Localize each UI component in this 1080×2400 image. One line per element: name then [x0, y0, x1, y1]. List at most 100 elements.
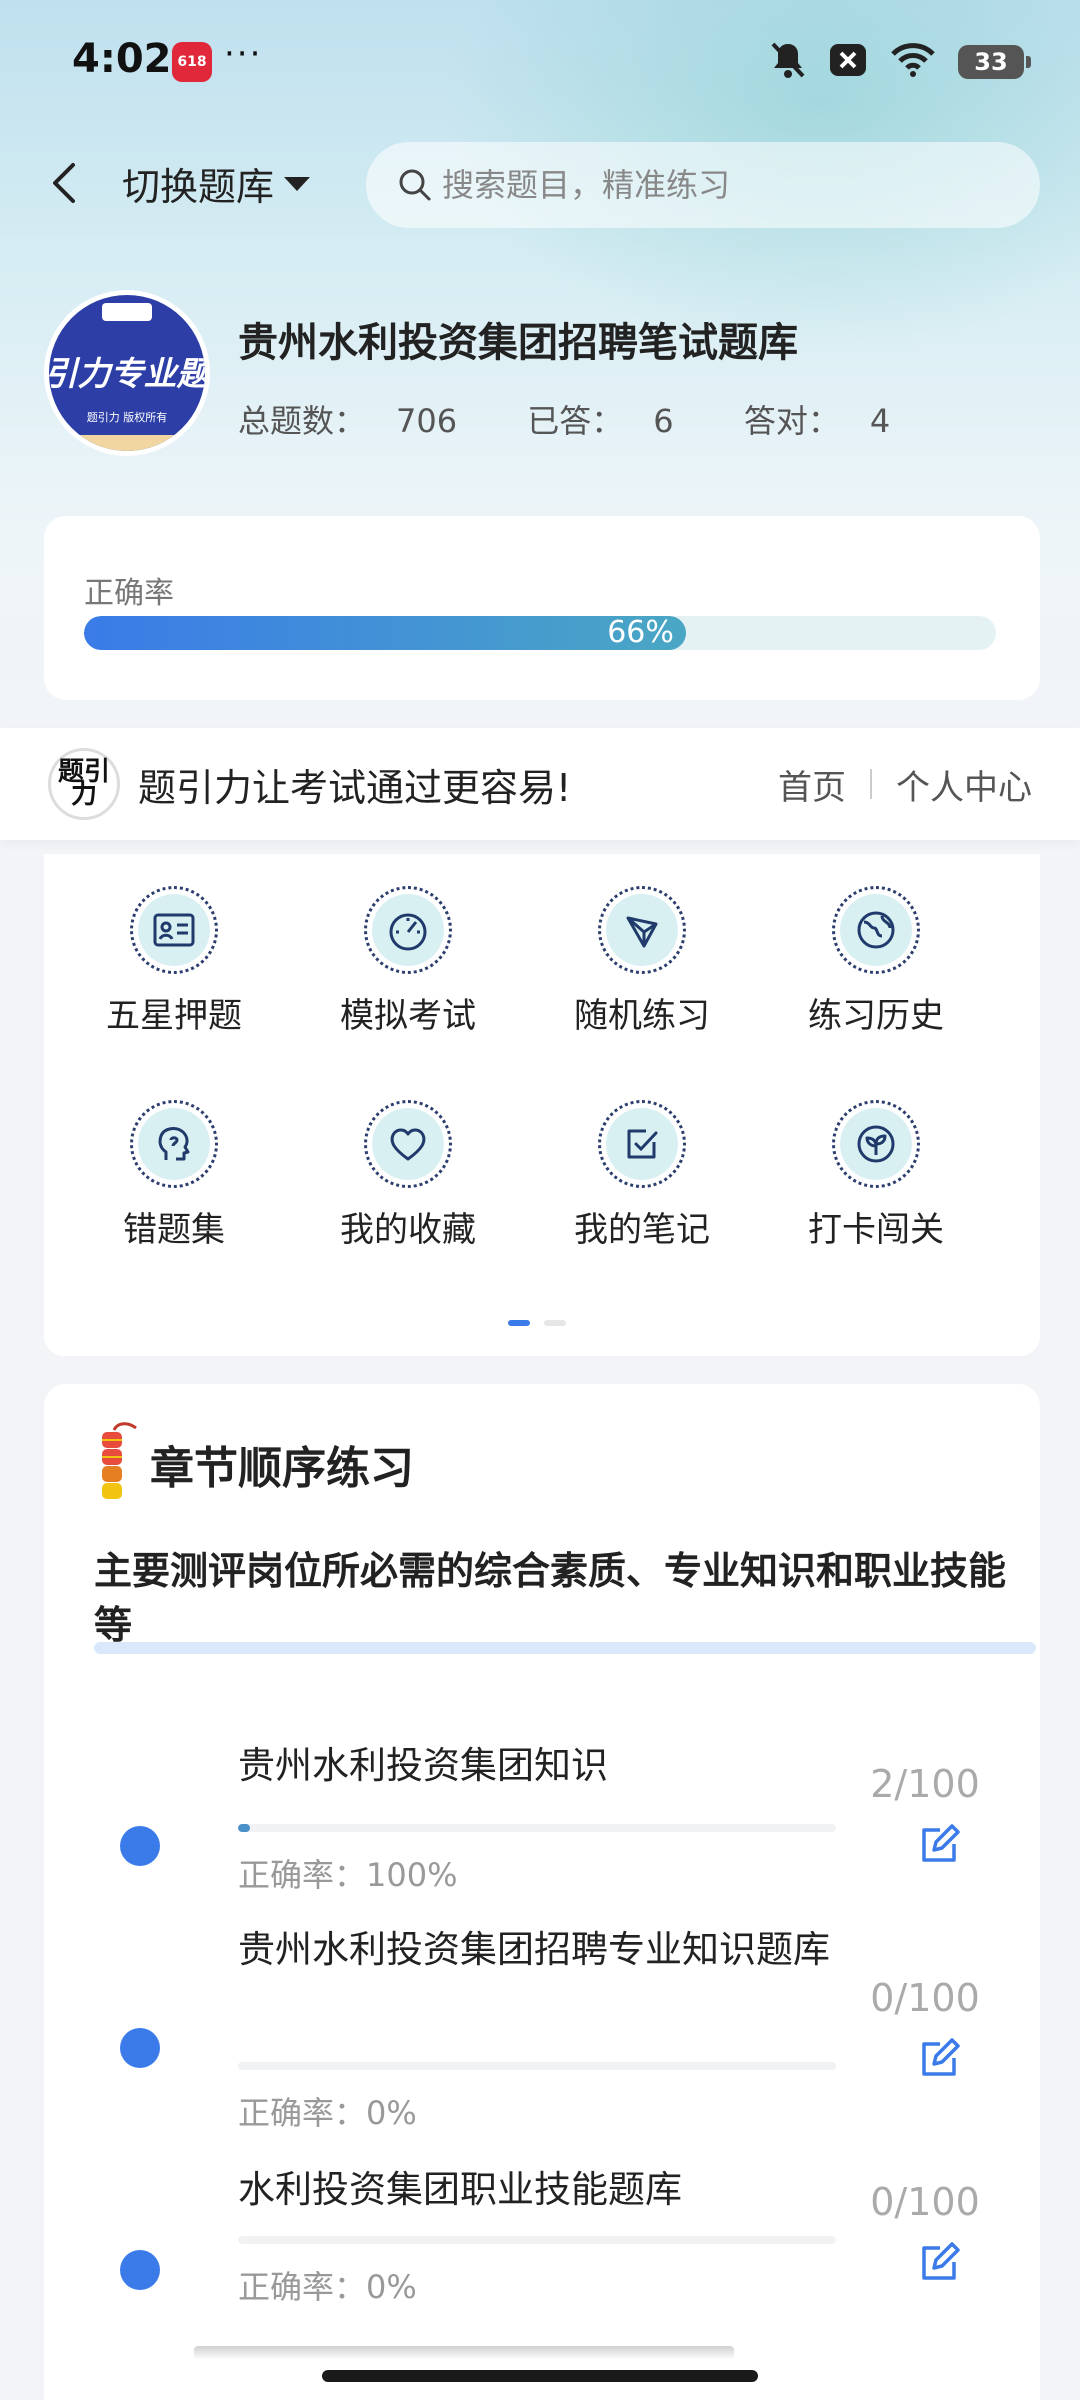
chapter-title: 章节顺序练习	[150, 1443, 414, 1494]
chapter-accuracy: 正确率：0%	[238, 2088, 417, 2134]
feature-icon-ring	[130, 886, 218, 974]
speedometer-icon	[389, 913, 427, 951]
chapter-progress-bar	[238, 2062, 836, 2070]
chapter-accuracy: 正确率：0%	[238, 2262, 417, 2308]
feature-label: 错题集	[123, 1210, 225, 1250]
id-card-icon	[153, 913, 195, 947]
brand-logo: 题引力	[48, 748, 120, 820]
chapter-accuracy-value: 0%	[366, 2094, 417, 2132]
brand-bar: 题引力 题引力让考试通过更容易! 首页 个人中心	[0, 728, 1080, 840]
shopping-app-icon: 618	[172, 42, 212, 82]
pager-dot[interactable]	[544, 1320, 566, 1326]
bank-logo: 引力专业题 题引力 版权所有	[44, 290, 210, 456]
chapter-item-title: 贵州水利投资集团招聘专业知识题库	[238, 1928, 830, 1971]
leaf-icon	[857, 1125, 895, 1163]
chapter-item[interactable]: 贵州水利投资集团知识 正确率：100% 2/100	[44, 1720, 1040, 1910]
accuracy-card: 正确率 66%	[44, 516, 1040, 700]
edit-icon	[922, 2038, 960, 2076]
chapter-progress-bar	[238, 1824, 836, 1832]
feature-icon-ring	[598, 886, 686, 974]
chapter-accuracy-label: 正确率：	[238, 2094, 367, 2132]
answered-stat: 已答： 6	[527, 402, 703, 440]
logo-footer	[49, 435, 205, 451]
description-underline	[94, 1642, 1036, 1654]
chapter-item[interactable]: 贵州水利投资集团招聘专业知识题库 正确率：0% 0/100	[44, 1910, 1040, 2150]
chapter-progress-count: 0/100	[870, 1976, 980, 2020]
chapter-item-title: 贵州水利投资集团知识	[238, 1744, 608, 1787]
caret-down-icon	[284, 176, 311, 191]
switch-bank-label: 切换题库	[122, 165, 275, 209]
correct-stat: 答对： 4	[744, 402, 920, 440]
chapter-edit-button[interactable]	[914, 2238, 964, 2288]
chapter-item-title: 水利投资集团职业技能题库	[238, 2168, 682, 2211]
bank-logo-image: 引力专业题 题引力 版权所有	[49, 295, 205, 451]
home-indicator[interactable]	[322, 2370, 758, 2382]
feature-random-practice[interactable]: 随机练习	[542, 886, 742, 1037]
correct-value: 4	[869, 402, 891, 440]
answered-value: 6	[653, 402, 674, 440]
profile-link[interactable]: 个人中心	[896, 760, 1032, 809]
chapter-progress-bar	[238, 2236, 836, 2244]
checklist-icon	[627, 1129, 658, 1159]
chapter-bullet	[120, 2250, 160, 2290]
feature-icon-ring	[832, 886, 920, 974]
chapter-accuracy-label: 正确率：	[238, 2268, 367, 2306]
chapter-item[interactable]: 水利投资集团职业技能题库 正确率：0% 0/100	[44, 2150, 1040, 2340]
head-icon	[158, 1127, 190, 1161]
chapter-progress-count: 2/100	[870, 1762, 980, 1806]
feature-check-in[interactable]: 打卡闯关	[776, 1100, 976, 1251]
feature-label: 五星押题	[106, 996, 242, 1036]
feature-icon-ring	[130, 1100, 218, 1188]
search-input[interactable]	[442, 166, 1002, 204]
brand-slogan: 题引力让考试通过更容易!	[138, 765, 572, 810]
total-label: 总题数：	[238, 402, 367, 440]
chevron-left-icon	[53, 163, 75, 203]
feature-five-star[interactable]: 五星押题	[74, 886, 274, 1037]
brand-links: 首页 个人中心	[778, 728, 1032, 840]
feature-label: 打卡闯关	[808, 1210, 944, 1250]
home-link[interactable]: 首页	[778, 760, 846, 809]
more-notifications-icon: ···	[224, 34, 263, 74]
total-stat: 总题数： 706	[238, 402, 487, 440]
search-icon	[399, 169, 431, 201]
feature-label: 随机练习	[574, 996, 710, 1036]
chapter-accuracy-label: 正确率：	[238, 1856, 367, 1894]
status-icons: 33	[770, 40, 1031, 84]
next-chapter-peek	[194, 2346, 734, 2360]
link-divider	[870, 769, 872, 799]
edit-icon	[922, 1824, 960, 1862]
total-value: 706	[396, 402, 458, 440]
feature-icon-ring	[364, 886, 452, 974]
pager-dot-active[interactable]	[508, 1320, 530, 1326]
chapter-accuracy-value: 0%	[366, 2268, 417, 2306]
bank-stats: 总题数： 706 已答： 6 答对： 4	[238, 396, 950, 442]
answered-label: 已答：	[527, 402, 624, 440]
accuracy-label: 正确率	[84, 576, 174, 611]
logo-badge	[102, 303, 152, 321]
globe-icon	[857, 911, 895, 949]
chapter-description: 主要测评岗位所必需的综合素质、专业知识和职业技能等	[94, 1549, 1007, 1647]
feature-wrong-questions[interactable]: 错题集	[74, 1100, 274, 1251]
correct-label: 答对：	[743, 402, 840, 440]
chapter-accuracy: 正确率：100%	[238, 1850, 458, 1896]
switch-bank-dropdown[interactable]: 切换题库	[122, 156, 311, 211]
logo-text: 引力专业题	[49, 354, 205, 393]
status-bar: 4:02 618 ··· 33	[0, 0, 1080, 120]
back-button[interactable]	[38, 150, 90, 216]
bell-muted-icon	[770, 40, 806, 84]
feature-mock-exam[interactable]: 模拟考试	[308, 886, 508, 1037]
feature-favorites[interactable]: 我的收藏	[308, 1100, 508, 1251]
chapter-practice-section: 章节顺序练习 主要测评岗位所必需的综合素质、专业知识和职业技能等 贵州水利投资集…	[44, 1384, 1040, 2400]
close-box-icon	[828, 42, 868, 82]
chapter-edit-button[interactable]	[914, 1820, 964, 1870]
feature-practice-history[interactable]: 练习历史	[776, 886, 976, 1037]
feature-notes[interactable]: 我的笔记	[542, 1100, 742, 1251]
bank-title: 贵州水利投资集团招聘笔试题库	[238, 320, 798, 366]
firecracker-icon	[92, 1420, 138, 1508]
feature-grid: 五星押题 模拟考试 随机练习 练习历史 错题集 我的收藏 我的笔记 打卡闯关	[44, 854, 1040, 1356]
chapter-heading: 章节顺序练习	[92, 1420, 414, 1508]
chapter-edit-button[interactable]	[914, 2034, 964, 2084]
feature-icon-ring	[364, 1100, 452, 1188]
feature-icon-ring	[832, 1100, 920, 1188]
search-bar[interactable]	[366, 142, 1040, 228]
